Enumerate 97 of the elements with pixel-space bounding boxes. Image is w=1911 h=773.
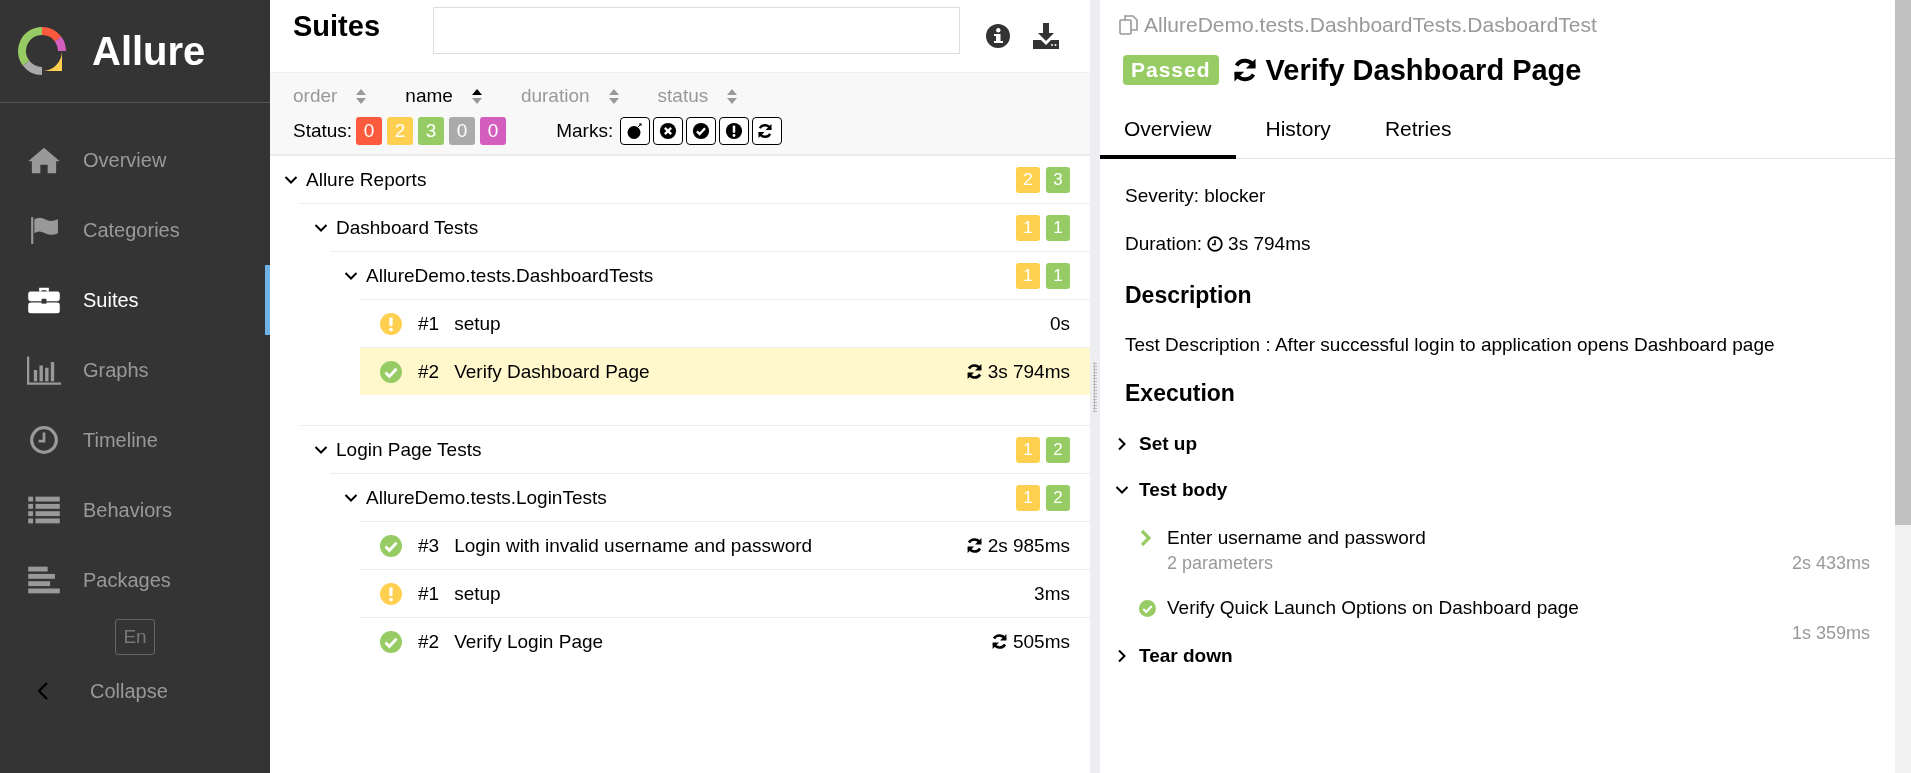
sync-icon xyxy=(756,123,773,139)
test-name: Verify Login Page xyxy=(454,630,605,653)
nav-item[interactable]: Packages xyxy=(0,545,270,615)
test-name: setup xyxy=(454,312,502,335)
section-heading: Description xyxy=(1125,280,1253,310)
stage-title[interactable]: Set up xyxy=(1139,433,1198,455)
test-duration: 2s 985ms xyxy=(987,534,1070,557)
step-name: Verify Quick Launch Options on Dashboard page xyxy=(1167,596,1580,620)
bomb-icon xyxy=(626,122,645,140)
status-filter-label: Status: xyxy=(293,120,353,142)
chevron-left-icon xyxy=(36,681,50,701)
tab[interactable]: History xyxy=(1241,108,1355,159)
count-badge: 2 xyxy=(1016,166,1040,193)
home-icon xyxy=(27,145,61,175)
search-field[interactable] xyxy=(433,7,960,54)
resize-handle[interactable] xyxy=(1093,361,1097,412)
sync-icon xyxy=(965,537,983,554)
suite-name[interactable]: AllureDemo.tests.LoginTests xyxy=(366,486,1010,509)
download-icon[interactable] xyxy=(1032,22,1060,50)
count-badge: 1 xyxy=(1016,436,1040,463)
count-badge: 1 xyxy=(1016,262,1040,289)
stage-title[interactable]: Tear down xyxy=(1139,645,1233,667)
sync-icon xyxy=(965,363,983,380)
count-badge: 1 xyxy=(1046,214,1070,241)
suite-name[interactable]: AllureDemo.tests.DashboardTests xyxy=(366,264,1010,287)
step-duration: 2s 433ms xyxy=(1791,552,1870,575)
nav-item[interactable]: Timeline xyxy=(0,405,270,475)
duration-label: Duration: xyxy=(1125,233,1203,255)
clock-icon xyxy=(1207,236,1224,252)
test-duration: 3s 794ms xyxy=(987,360,1070,383)
logo-icon xyxy=(18,27,66,75)
mark-toggle[interactable] xyxy=(686,117,717,145)
sync-icon xyxy=(1231,57,1258,83)
marks-label: Marks: xyxy=(556,120,614,142)
check-circle-icon xyxy=(692,122,711,140)
copy-icon[interactable] xyxy=(1118,14,1140,36)
test-duration: 0s xyxy=(1049,312,1070,335)
test-row[interactable]: #2 Verify Login Page 505ms xyxy=(360,617,1090,665)
nav-item[interactable]: Categories xyxy=(0,195,270,265)
info-icon[interactable] xyxy=(986,24,1010,48)
test-name: setup xyxy=(454,582,502,605)
nav-item[interactable]: Behaviors xyxy=(0,475,270,545)
tab[interactable]: Overview xyxy=(1100,108,1236,159)
test-row[interactable]: #3 Login with invalid username and password 2s 985ms xyxy=(360,521,1090,569)
scrollbar-thumb[interactable] xyxy=(1895,0,1911,525)
nav-item[interactable]: Overview xyxy=(0,125,270,195)
test-order: #1 xyxy=(418,312,440,335)
test-path: AllureDemo.tests.DashboardTests.DasboardTest xyxy=(1144,13,1597,37)
test-order: #2 xyxy=(418,360,440,383)
check-circle-icon xyxy=(1139,599,1156,617)
test-name: Verify Dashboard Page xyxy=(454,360,651,383)
clock-icon xyxy=(27,425,61,455)
suite-name[interactable]: Dashboard Tests xyxy=(336,216,1010,239)
status-badge: Passed xyxy=(1123,55,1219,85)
bar-chart-icon xyxy=(27,355,61,385)
description-text: Test Description : After successful login to application opens Dashboard page xyxy=(1125,333,1776,357)
test-row[interactable]: #2 Verify Dashboard Page 3s 794ms xyxy=(360,347,1090,395)
mark-toggle[interactable] xyxy=(719,117,750,145)
cross-circle-icon xyxy=(659,122,678,140)
count-badge: 1 xyxy=(1046,262,1070,289)
test-order: #1 xyxy=(418,582,440,605)
count-badge: 1 xyxy=(1016,484,1040,511)
count-badge: 2 xyxy=(1046,436,1070,463)
suite-name[interactable]: Login Page Tests xyxy=(336,438,1010,461)
packages-icon xyxy=(27,565,61,595)
count-badge: 1 xyxy=(1016,214,1040,241)
step-name: Enter username and password xyxy=(1167,526,1427,550)
mark-toggle[interactable] xyxy=(620,117,651,145)
nav-item[interactable]: Graphs xyxy=(0,335,270,405)
sort-option[interactable]: name xyxy=(405,85,491,107)
test-order: #3 xyxy=(418,534,440,557)
test-duration: 3ms xyxy=(1034,582,1070,605)
collapse-link[interactable]: Collapse xyxy=(0,663,168,719)
tab[interactable]: Retries xyxy=(1360,108,1476,159)
test-title: Verify Dashboard Page xyxy=(1265,53,1582,87)
severity-text: Severity: blocker xyxy=(1125,184,1267,208)
mark-toggle[interactable] xyxy=(752,117,783,145)
mark-toggle[interactable] xyxy=(653,117,684,145)
test-row[interactable]: #1 setup 3ms xyxy=(360,569,1090,617)
test-order: #2 xyxy=(418,630,440,653)
test-name: Login with invalid username and password xyxy=(454,534,814,557)
section-heading: Execution xyxy=(1125,378,1236,408)
sort-arrows-icon[interactable] xyxy=(470,87,483,105)
stage-title[interactable]: Test body xyxy=(1139,479,1228,501)
page-title: Suites xyxy=(293,10,382,43)
test-duration: 505ms xyxy=(1012,630,1070,653)
exclamation-circle-icon xyxy=(725,122,744,140)
nav-item[interactable]: Suites xyxy=(0,265,270,335)
duration-value: 3s 794ms xyxy=(1228,233,1311,255)
list-icon xyxy=(27,495,61,525)
step-duration: 1s 359ms xyxy=(1791,622,1870,645)
briefcase-icon xyxy=(27,285,61,315)
count-badge: 2 xyxy=(1046,484,1070,511)
count-badge: 3 xyxy=(1046,166,1070,193)
app-logo-text: Allure xyxy=(92,28,206,74)
sync-icon xyxy=(990,633,1008,650)
suite-name[interactable]: Allure Reports xyxy=(306,168,1010,191)
